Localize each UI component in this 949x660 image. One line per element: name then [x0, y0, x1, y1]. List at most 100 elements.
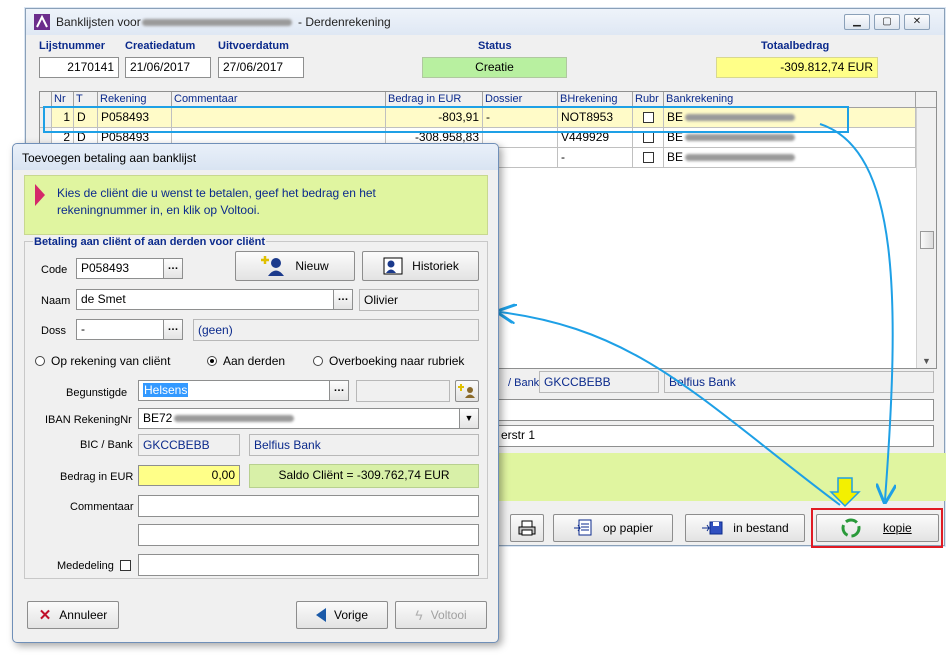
redacted-account — [685, 134, 796, 142]
historiek-label: Historiek — [412, 259, 459, 273]
begunstigde-label: Begunstigde — [66, 387, 128, 399]
main-address-line2[interactable]: erstr 1 — [496, 425, 934, 447]
bank-prefix: BE — [667, 150, 684, 164]
dialog-info-panel: Kies de cliënt die u wenst te betalen, g… — [24, 175, 488, 235]
code-lookup-button[interactable]: … — [163, 258, 183, 279]
mededeling-checkbox[interactable] — [120, 560, 131, 571]
bedrag-label: Bedrag in EUR — [60, 471, 134, 483]
in-bestand-label: in bestand — [733, 521, 789, 535]
doss-description: (geen) — [193, 319, 479, 341]
main-titlebar[interactable]: Banklijsten voor - Derdenrekening ▁ ▢ ✕ — [26, 9, 944, 35]
in-bestand-button[interactable]: in bestand — [685, 514, 805, 542]
dialog-info-text: Kies de cliënt die u wenst te betalen, g… — [57, 186, 376, 217]
main-bank-field: Belfius Bank — [664, 371, 934, 393]
print-button[interactable] — [510, 514, 544, 542]
voltooi-label: Voltooi — [430, 608, 467, 622]
pointer-arrow-icon — [35, 184, 45, 206]
creatiedatum-field[interactable]: 21/06/2017 — [125, 57, 211, 78]
bedrag-input[interactable]: 0,00 — [138, 465, 240, 486]
main-address-line1[interactable] — [496, 399, 934, 421]
radio-aan-derden[interactable]: Aan derden — [207, 354, 285, 368]
iban-select[interactable]: BE72 ▼ — [138, 408, 479, 429]
voltooi-button[interactable]: ϟ Voltooi — [395, 601, 487, 629]
mededeling-label: Mededeling — [57, 560, 114, 572]
vorige-button[interactable]: Vorige — [296, 601, 388, 629]
radio-op-rekening[interactable]: Op rekening van cliënt — [35, 354, 170, 368]
bic-field: GKCCBEBB — [138, 434, 240, 456]
radio-aan-derden-circle[interactable] — [207, 356, 217, 366]
row-bhrekening: - — [558, 148, 633, 168]
lijstnummer-field[interactable]: 2170141 — [39, 57, 119, 78]
section-title: Betaling aan cliënt of aan derden voor c… — [33, 236, 267, 248]
add-contact-icon — [458, 384, 475, 398]
naam-value: de Smet — [81, 292, 126, 306]
voornaam-field: Olivier — [359, 289, 479, 311]
close-x-icon: ✕ — [38, 607, 52, 624]
rubr-checkbox[interactable] — [642, 152, 654, 164]
historiek-button[interactable]: Historiek — [362, 251, 479, 281]
annuleer-label: Annuleer — [59, 608, 108, 622]
doss-lookup-button[interactable]: … — [163, 319, 183, 340]
bic-bank-label: / Bank — [508, 377, 540, 389]
annuleer-button[interactable]: ✕ Annuleer — [27, 601, 119, 629]
nieuw-label: Nieuw — [295, 259, 329, 273]
minimize-button[interactable]: ▁ — [844, 14, 870, 30]
radio-aan-derden-label: Aan derden — [223, 354, 286, 368]
naam-input[interactable]: de Smet … — [76, 289, 353, 310]
begunstigde-lookup-button[interactable]: … — [329, 380, 349, 401]
uitvoerdatum-field[interactable]: 27/06/2017 — [218, 57, 304, 78]
op-papier-label: op papier — [602, 521, 654, 535]
begunstigde-value: Helsens — [143, 383, 189, 397]
chevron-down-icon[interactable]: ▼ — [459, 408, 479, 429]
commentaar-input-2[interactable] — [138, 524, 479, 546]
begunstigde-extra-field — [356, 380, 450, 402]
uitvoerdatum-label: Uitvoerdatum — [218, 40, 289, 52]
radio-overboeking[interactable]: Overboeking naar rubriek — [313, 354, 464, 368]
totaalbedrag-field: -309.812,74 EUR — [716, 57, 878, 78]
recycle-icon — [841, 518, 861, 538]
dialog-titlebar[interactable]: Toevoegen betaling aan banklijst — [13, 144, 498, 170]
code-label: Code — [41, 264, 68, 276]
scroll-down-icon[interactable]: ▼ — [922, 356, 931, 366]
row-rubr[interactable] — [633, 148, 664, 168]
grid-scrollbar[interactable]: ▼ — [916, 108, 936, 368]
kopie-button[interactable]: kopie — [816, 514, 939, 542]
new-person-icon — [261, 256, 285, 276]
commentaar-input-1[interactable] — [138, 495, 479, 517]
redacted-iban — [174, 415, 295, 423]
op-papier-button[interactable]: op papier — [553, 514, 673, 542]
radio-overboeking-circle[interactable] — [313, 356, 323, 366]
radio-op-rekening-label: Op rekening van cliënt — [51, 354, 171, 368]
status-field: Creatie — [422, 57, 567, 78]
naam-label: Naam — [41, 295, 71, 307]
doss-input[interactable]: -… — [76, 319, 183, 340]
row-bankrekening: BE — [664, 148, 916, 168]
printer-icon — [518, 520, 536, 536]
scrollbar-thumb[interactable] — [920, 231, 934, 249]
begunstigde-input[interactable]: Helsens … — [138, 380, 349, 401]
redacted-account — [685, 154, 796, 162]
status-label: Status — [478, 40, 512, 52]
toevoegen-betaling-dialog: Toevoegen betaling aan banklijst Kies de… — [12, 143, 499, 643]
code-value: P058493 — [81, 261, 130, 275]
radio-op-rekening-circle[interactable] — [35, 356, 45, 366]
rubr-checkbox[interactable] — [642, 132, 654, 144]
export-paper-icon — [573, 519, 592, 536]
grid-header-filler — [916, 92, 936, 108]
maximize-button[interactable]: ▢ — [874, 14, 900, 30]
doss-label: Doss — [41, 325, 67, 337]
naam-lookup-button[interactable]: … — [333, 289, 353, 310]
bank-field: Belfius Bank — [249, 434, 479, 456]
close-button[interactable]: ✕ — [904, 14, 930, 30]
dialog-title: Toevoegen betaling aan banklijst — [22, 151, 197, 165]
nieuw-button[interactable]: Nieuw — [235, 251, 355, 281]
doss-value: - — [81, 322, 85, 336]
mededeling-input[interactable] — [138, 554, 479, 576]
code-input[interactable]: P058493 … — [76, 258, 183, 279]
main-title-suffix: - Derdenrekening — [298, 15, 391, 29]
vorige-label: Vorige — [333, 608, 369, 622]
app-icon — [34, 14, 50, 30]
export-file-icon — [702, 521, 723, 535]
add-begunstigde-button[interactable] — [455, 380, 479, 402]
back-arrow-icon — [315, 608, 326, 622]
